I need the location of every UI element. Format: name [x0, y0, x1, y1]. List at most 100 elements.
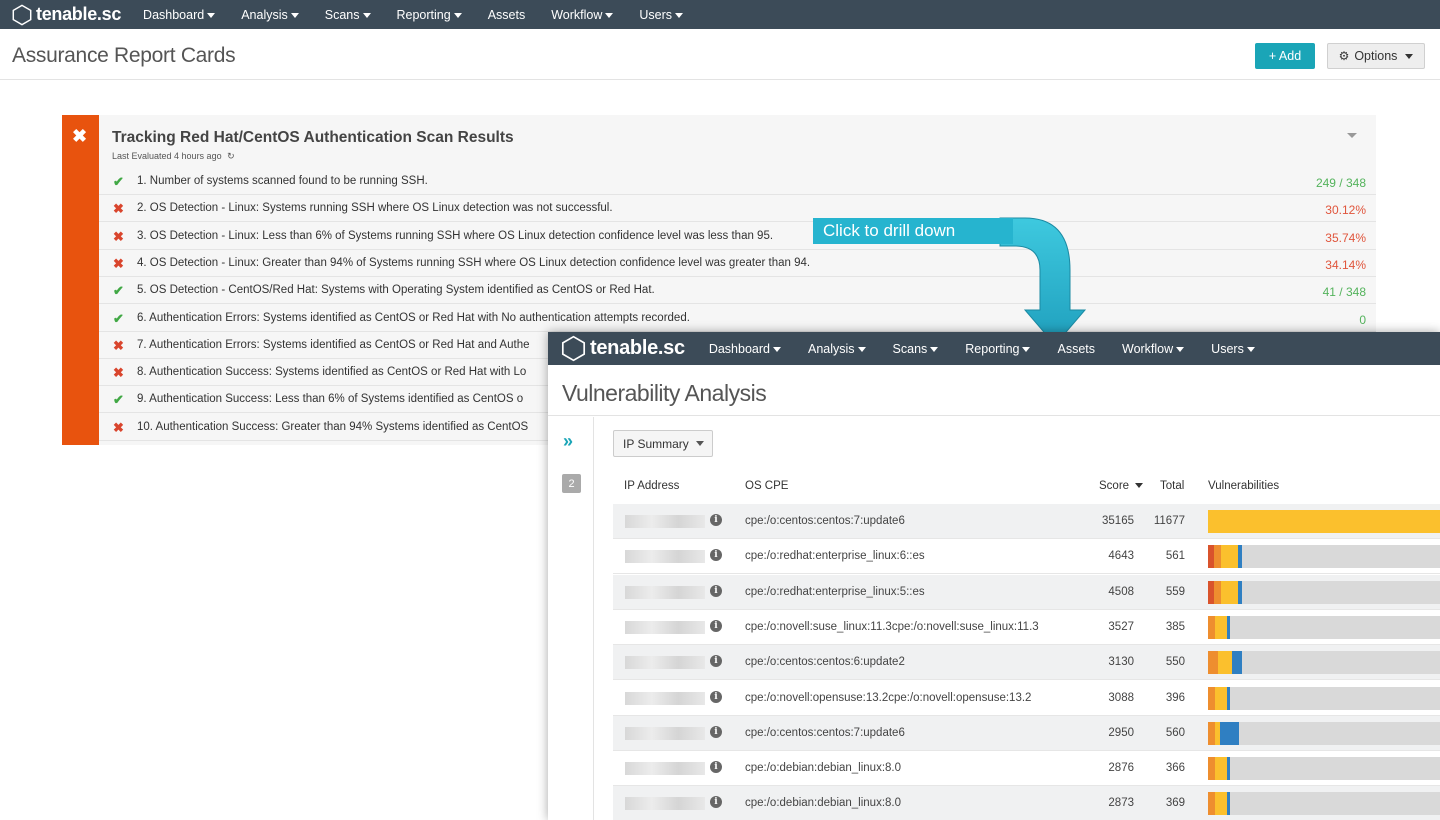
severity-low-segment[interactable] [1227, 615, 1230, 639]
report-card-row[interactable]: ✔ 6. Authentication Errors: Systems ident… [99, 305, 1376, 332]
severity-medium-segment[interactable] [1221, 580, 1238, 604]
nav-item-reporting[interactable]: Reporting [397, 8, 462, 22]
severity-low-segment[interactable] [1227, 686, 1230, 710]
severity-high-segment[interactable] [1208, 651, 1218, 675]
report-card-row-value[interactable]: 249 / 348 [1316, 176, 1366, 190]
nav-item-assets[interactable]: Assets [488, 8, 526, 22]
overlay-tenable-logo[interactable]: tenable.sc [560, 335, 685, 362]
severity-low-segment[interactable] [1227, 792, 1230, 816]
table-row[interactable]: i cpe:/o:centos:centos:7:update6 35165 1167… [613, 504, 1440, 539]
severity-medium-segment[interactable] [1217, 651, 1232, 675]
info-icon[interactable]: i [710, 584, 722, 597]
ip-address-redacted[interactable] [625, 726, 705, 740]
info-icon[interactable]: i [710, 796, 722, 809]
filter-count-badge[interactable]: 2 [562, 474, 581, 493]
ip-address-redacted[interactable] [625, 656, 705, 670]
ip-address-redacted[interactable] [625, 762, 705, 776]
severity-medium-segment[interactable] [1215, 792, 1228, 816]
total-cell[interactable]: 561 [1145, 550, 1185, 562]
report-card-row-value[interactable]: 34.14% [1325, 258, 1366, 272]
report-card-row-value[interactable]: 30.12% [1325, 203, 1366, 217]
info-icon[interactable]: i [710, 655, 722, 668]
col-score[interactable]: Score [1099, 480, 1144, 492]
nav-item-dashboard[interactable]: Dashboard [143, 8, 216, 22]
info-icon[interactable]: i [710, 549, 722, 562]
ip-address-redacted[interactable] [625, 515, 705, 528]
total-cell[interactable]: 559 [1145, 586, 1185, 598]
severity-low-segment[interactable] [1237, 545, 1242, 569]
col-os-cpe[interactable]: OS CPE [745, 480, 788, 492]
col-vulnerabilities[interactable]: Vulnerabilities [1208, 480, 1279, 492]
severity-high-segment[interactable] [1208, 615, 1216, 639]
refresh-icon[interactable]: ↻ [227, 151, 235, 161]
nav-item-workflow[interactable]: Workflow [551, 8, 614, 22]
info-icon[interactable]: i [710, 690, 722, 703]
table-row[interactable]: i cpe:/o:debian:debian_linux:8.0 2873 369 [613, 786, 1440, 820]
ip-address-redacted[interactable] [625, 585, 705, 599]
vulnerability-bar[interactable] [1208, 792, 1440, 816]
nav-item-workflow[interactable]: Workflow [1122, 342, 1185, 356]
nav-item-analysis[interactable]: Analysis [241, 8, 299, 22]
vulnerability-bar[interactable] [1208, 686, 1440, 710]
ip-address-redacted[interactable] [625, 620, 705, 634]
severity-high-segment[interactable] [1208, 686, 1216, 710]
severity-medium-segment[interactable] [1208, 510, 1440, 533]
col-total[interactable]: Total [1160, 480, 1184, 492]
nav-item-users[interactable]: Users [1211, 342, 1255, 356]
severity-medium-segment[interactable] [1215, 615, 1228, 639]
vulnerability-bar[interactable] [1208, 510, 1440, 533]
info-icon[interactable]: i [710, 761, 722, 774]
table-row[interactable]: i cpe:/o:novell:suse_linux:11.3cpe:/o:nov… [613, 610, 1440, 645]
vulnerability-bar[interactable] [1208, 651, 1440, 675]
table-row[interactable]: i cpe:/o:debian:debian_linux:8.0 2876 366 [613, 751, 1440, 787]
table-row[interactable]: i cpe:/o:centos:centos:6:update2 3130 550 [613, 645, 1440, 681]
report-card-row[interactable]: ✖ 2. OS Detection - Linux: Systems runnin… [99, 195, 1376, 223]
ip-address-redacted[interactable] [625, 797, 705, 811]
report-card-row[interactable]: ✖ 4. OS Detection - Linux: Greater than 9… [99, 250, 1376, 277]
severity-medium-segment[interactable] [1215, 757, 1228, 781]
table-row[interactable]: i cpe:/o:novell:opensuse:13.2cpe:/o:novel… [613, 681, 1440, 716]
severity-high-segment[interactable] [1208, 757, 1216, 781]
severity-low-segment[interactable] [1219, 721, 1240, 745]
report-card-row[interactable]: ✔ 5. OS Detection - CentOS/Red Hat: Syste… [99, 277, 1376, 305]
severity-medium-segment[interactable] [1215, 686, 1228, 710]
severity-high-segment[interactable] [1208, 721, 1216, 745]
severity-low-segment[interactable] [1227, 757, 1230, 781]
total-cell[interactable]: 366 [1145, 762, 1185, 774]
total-cell[interactable]: 385 [1145, 621, 1185, 633]
table-row[interactable]: i cpe:/o:redhat:enterprise_linux:6::es 464… [613, 539, 1440, 575]
report-card-row-value[interactable]: 0 [1359, 313, 1366, 327]
nav-item-reporting[interactable]: Reporting [965, 342, 1031, 356]
add-button[interactable]: + Add [1255, 43, 1315, 69]
report-card-row-value[interactable]: 35.74% [1325, 231, 1366, 245]
severity-medium-segment[interactable] [1221, 545, 1238, 569]
nav-item-assets[interactable]: Assets [1057, 342, 1095, 356]
severity-high-segment[interactable] [1214, 580, 1222, 604]
nav-item-dashboard[interactable]: Dashboard [709, 342, 781, 356]
severity-high-segment[interactable] [1208, 792, 1216, 816]
severity-low-segment[interactable] [1231, 651, 1242, 675]
vulnerability-bar[interactable] [1208, 545, 1440, 569]
card-collapse-chevron-icon[interactable] [1347, 133, 1357, 138]
report-card-row[interactable]: ✖ 3. OS Detection - Linux: Less than 6% o… [99, 223, 1376, 250]
severity-high-segment[interactable] [1214, 545, 1222, 569]
total-cell[interactable]: 11677 [1145, 515, 1185, 527]
tenable-logo[interactable]: tenable.sc [11, 4, 121, 26]
nav-item-users[interactable]: Users [639, 8, 684, 22]
vulnerability-bar[interactable] [1208, 721, 1440, 745]
nav-item-analysis[interactable]: Analysis [808, 342, 866, 356]
ip-address-redacted[interactable] [625, 691, 705, 705]
nav-item-scans[interactable]: Scans [325, 8, 371, 22]
vulnerability-bar[interactable] [1208, 580, 1440, 604]
info-icon[interactable]: i [710, 725, 722, 738]
info-icon[interactable]: i [710, 619, 722, 632]
report-card-row-value[interactable]: 41 / 348 [1323, 285, 1366, 299]
ip-address-redacted[interactable] [625, 550, 705, 564]
table-row[interactable]: i cpe:/o:centos:centos:7:update6 2950 560 [613, 715, 1440, 751]
options-button[interactable]: ⚙ Options [1327, 43, 1425, 69]
total-cell[interactable]: 560 [1145, 727, 1185, 739]
vulnerability-bar[interactable] [1208, 615, 1440, 639]
analysis-tool-select[interactable]: IP Summary [613, 430, 713, 457]
nav-item-scans[interactable]: Scans [893, 342, 939, 356]
expand-sidebar-icon[interactable]: » [563, 431, 573, 452]
